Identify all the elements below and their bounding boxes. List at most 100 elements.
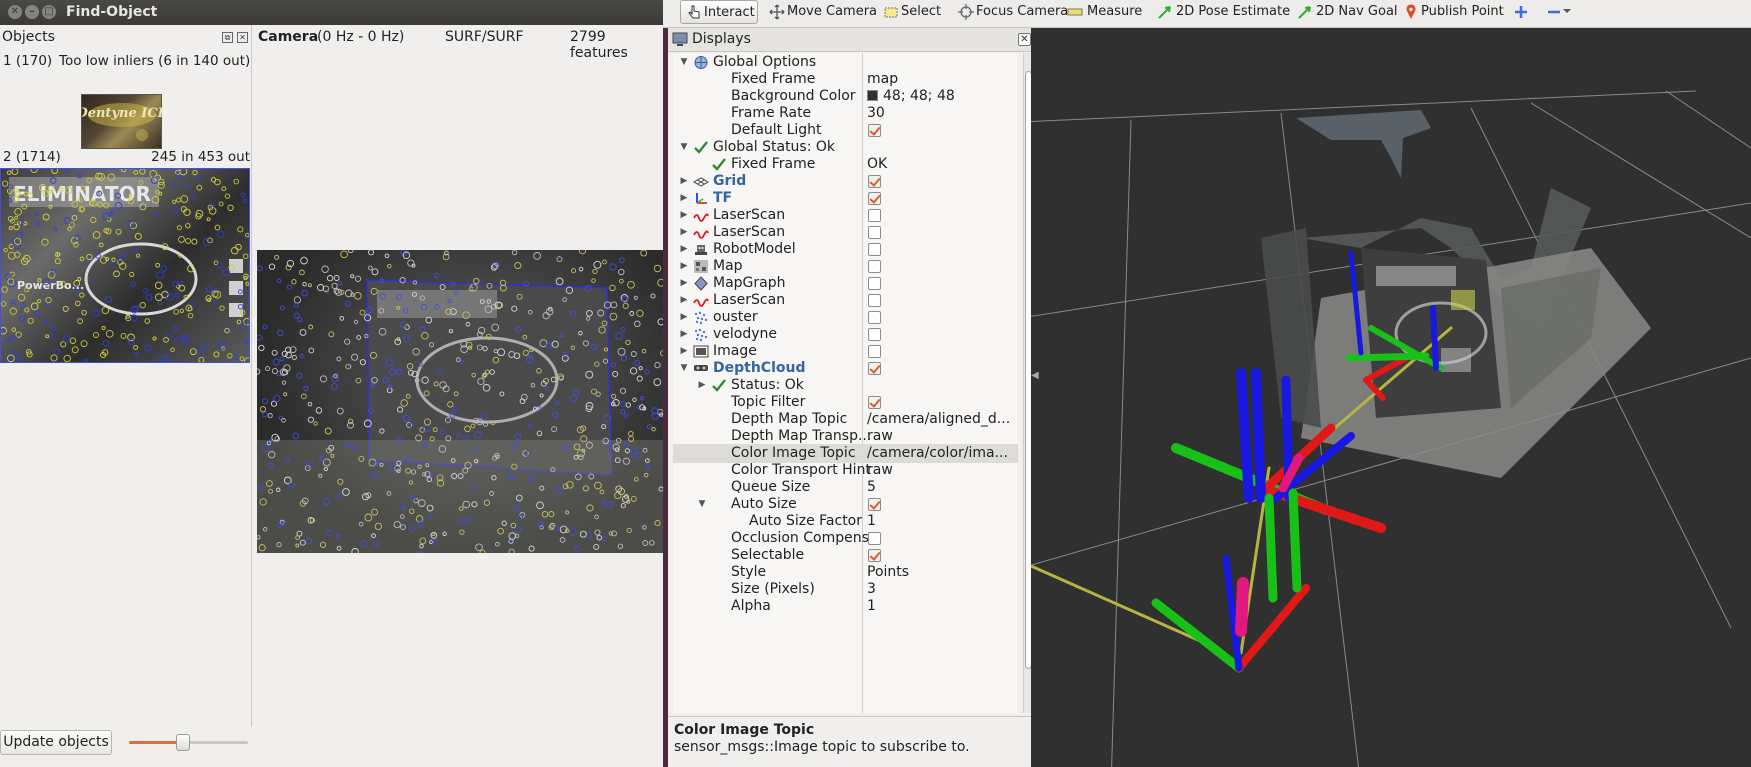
expand-arrow-down-icon[interactable]: ▼	[679, 141, 689, 153]
display-value[interactable]: 5	[867, 479, 876, 495]
display-value[interactable]: raw	[867, 462, 893, 478]
display-value[interactable]: 30	[867, 105, 885, 121]
checkbox-checked[interactable]	[868, 498, 881, 511]
display-value[interactable]: 1	[867, 598, 876, 614]
update-objects-button[interactable]: Update objects	[0, 730, 112, 755]
3d-render-view[interactable]	[1031, 28, 1751, 767]
checkbox-unchecked[interactable]	[868, 328, 881, 341]
checkbox-unchecked[interactable]	[868, 532, 881, 545]
object-thumbnail-features[interactable]: ELIMINATOR PowerBo...	[0, 168, 250, 363]
remove-tool-menu[interactable]	[1546, 0, 1576, 28]
display-value[interactable]: 3	[867, 581, 876, 597]
tool-interact[interactable]: Interact	[680, 0, 758, 24]
display-value[interactable]: 48; 48; 48	[883, 88, 955, 104]
float-panel-icon[interactable]: ⧉	[222, 32, 233, 43]
object-thumbnail[interactable]: Dentyne ICE	[81, 94, 163, 149]
expand-arrow-right-icon[interactable]: ▶	[679, 294, 689, 306]
display-value-cell[interactable]: 1	[867, 598, 876, 614]
display-value-cell[interactable]: /camera/aligned_d...	[867, 411, 1010, 427]
maximize-window-icon[interactable]: □	[42, 5, 56, 19]
close-window-icon[interactable]: ✕	[8, 5, 22, 19]
camera-rate: (0 Hz - 0 Hz)	[317, 29, 405, 45]
expand-arrow-right-icon[interactable]: ▶	[679, 175, 689, 187]
display-value[interactable]: /camera/aligned_d...	[867, 411, 1010, 427]
feature-keypoint	[71, 215, 78, 221]
feature-keypoint	[214, 178, 221, 186]
display-value-cell[interactable]: Points	[867, 564, 909, 580]
display-value-cell[interactable]: raw	[867, 428, 893, 444]
display-value-cell[interactable]: OK	[867, 156, 887, 172]
expand-arrow-right-icon[interactable]: ▶	[697, 379, 707, 391]
object-row[interactable]: 2 (1714) 245 in 453 out	[0, 149, 252, 167]
display-value-cell[interactable]: raw	[867, 462, 893, 478]
checkbox-unchecked[interactable]	[868, 294, 881, 307]
displays-tree[interactable]: ▼ Global Options Fixed Frame map Background …	[673, 53, 1018, 713]
expand-arrow-right-icon[interactable]: ▶	[679, 260, 689, 272]
feature-keypoint	[14, 207, 22, 216]
display-value-cell[interactable]: 48; 48; 48	[867, 88, 955, 104]
checkbox-checked[interactable]	[868, 192, 881, 205]
expand-arrow-right-icon[interactable]: ▶	[679, 226, 689, 238]
object-row[interactable]: 1 (170) Too low inliers (6 in 140 out)	[0, 53, 252, 71]
ruler-icon	[1067, 4, 1083, 20]
collapse-handle-icon[interactable]: ◀	[1031, 370, 1041, 382]
window-titlebar[interactable]: ✕ – □ Find-Object	[0, 0, 663, 25]
checkbox-unchecked[interactable]	[868, 226, 881, 239]
display-value-cell[interactable]: 30	[867, 105, 885, 121]
display-name: Global Options	[713, 54, 817, 70]
add-tool-button[interactable]	[1513, 0, 1527, 28]
display-name: RobotModel	[713, 241, 796, 257]
slider-handle[interactable]	[175, 734, 190, 751]
expand-arrow-down-icon[interactable]: ▼	[679, 362, 689, 374]
expand-arrow-right-icon[interactable]: ▶	[679, 209, 689, 221]
display-value-cell[interactable]: 3	[867, 581, 876, 597]
checkbox-checked[interactable]	[868, 124, 881, 137]
display-value[interactable]: /camera/color/ima...	[867, 445, 1008, 461]
tool-move-camera[interactable]: Move Camera	[769, 0, 877, 28]
checkbox-unchecked[interactable]	[868, 243, 881, 256]
checkbox-unchecked[interactable]	[868, 345, 881, 358]
feature-keypoint	[195, 349, 203, 357]
expand-arrow-right-icon[interactable]: ▶	[679, 328, 689, 340]
display-value-cell[interactable]: 1	[867, 513, 876, 529]
display-value[interactable]: OK	[867, 156, 887, 172]
feature-keypoint	[625, 402, 631, 408]
minimize-window-icon[interactable]: –	[25, 5, 39, 19]
tool-select[interactable]: Select	[883, 0, 941, 28]
checkbox-unchecked[interactable]	[868, 209, 881, 222]
tool-2d-nav-goal[interactable]: 2D Nav Goal	[1297, 0, 1398, 28]
expand-arrow-right-icon[interactable]: ▶	[679, 192, 689, 204]
tool-focus-camera[interactable]: Focus Camera	[958, 0, 1068, 28]
display-value[interactable]: map	[867, 71, 898, 87]
checkbox-checked[interactable]	[868, 362, 881, 375]
color-swatch[interactable]	[867, 90, 878, 101]
checkbox-unchecked[interactable]	[868, 277, 881, 290]
depth-point-cloud	[1261, 110, 1651, 478]
expand-arrow-right-icon[interactable]: ▶	[679, 345, 689, 357]
checkbox-checked[interactable]	[868, 549, 881, 562]
display-value[interactable]: 1	[867, 513, 876, 529]
expand-arrow-right-icon[interactable]: ▶	[679, 243, 689, 255]
close-panel-icon[interactable]: ✕	[237, 32, 248, 43]
feature-keypoint	[633, 295, 638, 300]
camera-image[interactable]	[257, 250, 663, 553]
expand-arrow-down-icon[interactable]: ▼	[679, 56, 689, 68]
tool-2d-pose-estimate[interactable]: 2D Pose Estimate	[1157, 0, 1290, 28]
display-tree-row[interactable]: Alpha 1	[673, 597, 1018, 616]
close-panel-icon[interactable]: ✕	[1018, 33, 1031, 46]
expand-arrow-right-icon[interactable]: ▶	[679, 311, 689, 323]
tool-measure[interactable]: Measure	[1067, 0, 1142, 28]
display-value-cell[interactable]: map	[867, 71, 898, 87]
checkbox-unchecked[interactable]	[868, 311, 881, 324]
checkbox-unchecked[interactable]	[868, 260, 881, 273]
expand-arrow-down-icon[interactable]: ▼	[697, 498, 707, 510]
display-value-cell[interactable]: /camera/color/ima...	[867, 445, 1008, 461]
tool-publish-point[interactable]: Publish Point	[1403, 0, 1504, 28]
display-value-cell[interactable]: 5	[867, 479, 876, 495]
feature-keypoint	[71, 346, 79, 354]
checkbox-checked[interactable]	[868, 175, 881, 188]
display-value[interactable]: Points	[867, 564, 909, 580]
display-value[interactable]: raw	[867, 428, 893, 444]
expand-arrow-right-icon[interactable]: ▶	[679, 277, 689, 289]
checkbox-checked[interactable]	[868, 396, 881, 409]
